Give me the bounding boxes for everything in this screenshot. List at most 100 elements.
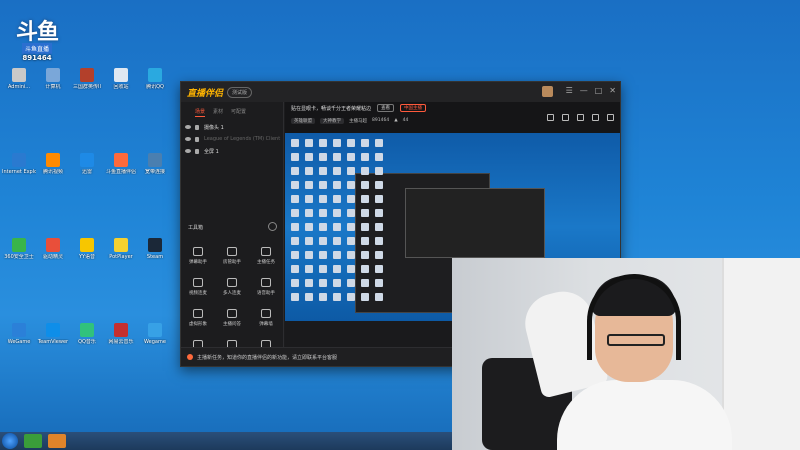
tool-button[interactable]: 视频连麦 bbox=[181, 273, 215, 301]
preview-icon bbox=[305, 265, 313, 273]
desktop-icon[interactable]: 驱动精灵 bbox=[36, 238, 70, 272]
eye-icon[interactable] bbox=[185, 137, 191, 141]
tool-label: 弹幕墙 bbox=[259, 322, 273, 327]
preview-icon bbox=[291, 279, 299, 287]
desktop-icon[interactable]: 回收站 bbox=[104, 68, 138, 102]
preview-icon bbox=[333, 181, 341, 189]
desktop-icon[interactable]: 斗鱼直播伴侣 bbox=[104, 153, 138, 187]
minimize-icon[interactable]: — bbox=[580, 86, 588, 97]
source-item[interactable]: 全屏 1 bbox=[181, 145, 283, 157]
desktop-icon[interactable]: 网易云音乐 bbox=[104, 323, 138, 357]
taskbar-app[interactable] bbox=[48, 434, 66, 448]
share-icon[interactable] bbox=[607, 114, 614, 121]
app-icon bbox=[114, 153, 128, 167]
desktop-icon-label: Wegame bbox=[144, 339, 166, 345]
desktop-icon[interactable]: Wegame bbox=[138, 323, 172, 357]
preview-icon bbox=[319, 181, 327, 189]
preview-icon bbox=[319, 237, 327, 245]
tool-button[interactable]: 房管助手 bbox=[215, 242, 249, 270]
preview-icon bbox=[291, 251, 299, 259]
desktop-icon-label: 迅雷 bbox=[81, 169, 92, 175]
desktop-icon[interactable]: Internet Explorer bbox=[2, 153, 36, 187]
maximize-icon[interactable]: □ bbox=[595, 86, 603, 97]
desktop-icon[interactable]: Admini... bbox=[2, 68, 36, 102]
app-titlebar: 直播伴侣 测试版 ☰ — □ ✕ bbox=[181, 82, 620, 102]
taskbar-app[interactable] bbox=[24, 434, 42, 448]
preview-icon bbox=[333, 209, 341, 217]
watermark-room-number: 891464 bbox=[22, 54, 52, 62]
tool-button[interactable]: 语音助手 bbox=[249, 273, 283, 301]
tools-more-button[interactable] bbox=[268, 222, 277, 231]
lock-icon[interactable] bbox=[195, 136, 199, 142]
source-list: 摄像头 1 League of Legends (TM) Client 全屏 1 bbox=[181, 121, 283, 157]
lock-icon[interactable] bbox=[195, 148, 199, 154]
tool-label: 视频连麦 bbox=[189, 291, 207, 296]
desktop-icon[interactable]: 计算机 bbox=[36, 68, 70, 102]
desktop-icon[interactable]: 腾讯视频 bbox=[36, 153, 70, 187]
preview-icon bbox=[361, 279, 369, 287]
desktop-icon[interactable]: 三国群英传II bbox=[70, 68, 104, 102]
preview-icon bbox=[361, 167, 369, 175]
tab-scene[interactable]: 场景 bbox=[195, 108, 206, 117]
desktop-icon[interactable]: YY语音 bbox=[70, 238, 104, 272]
tool-button[interactable]: 主播任务 bbox=[249, 242, 283, 270]
preview-icon bbox=[333, 139, 341, 147]
settings-icon[interactable] bbox=[577, 114, 584, 121]
desktop-icon[interactable]: Steam bbox=[138, 238, 172, 272]
preview-icon bbox=[305, 237, 313, 245]
preview-icon bbox=[361, 153, 369, 161]
tool-button[interactable]: 多人连麦 bbox=[215, 273, 249, 301]
tool-button[interactable]: 虚拟形象 bbox=[181, 304, 215, 332]
bell-icon[interactable] bbox=[592, 114, 599, 121]
desktop-icon-label: 腾讯QQ bbox=[146, 84, 164, 90]
desktop-icon[interactable]: 宽带连接 bbox=[138, 153, 172, 187]
tab-config[interactable]: 可配置 bbox=[231, 108, 246, 117]
room-tag[interactable]: 大神教学 bbox=[320, 117, 344, 124]
preview-icon bbox=[333, 293, 341, 301]
source-item[interactable]: League of Legends (TM) Client bbox=[181, 133, 283, 145]
info-icon bbox=[187, 354, 193, 360]
desktop-icon[interactable]: 360安全卫士 bbox=[2, 238, 36, 272]
app-logo: 直播伴侣 bbox=[187, 88, 224, 99]
desktop-icon[interactable]: PotPlayer bbox=[104, 238, 138, 272]
tool-button[interactable]: 弹幕墙 bbox=[249, 304, 283, 332]
desktop-icon[interactable]: 腾讯QQ bbox=[138, 68, 172, 102]
desktop-icon-label: 驱动精灵 bbox=[42, 254, 63, 260]
record-icon[interactable] bbox=[547, 114, 554, 121]
app-icon bbox=[12, 68, 26, 82]
screenshot-icon[interactable] bbox=[562, 114, 569, 121]
webcam-person-body bbox=[557, 380, 732, 450]
notice-bar: 贴在显眼卡，畅谈千分王者荣耀粘边 查看 中国主播 bbox=[285, 102, 620, 114]
desktop-icon[interactable]: 迅雷 bbox=[70, 153, 104, 187]
desktop-icon[interactable]: WeGame bbox=[2, 323, 36, 357]
preview-icon bbox=[319, 195, 327, 203]
menu-icon[interactable]: ☰ bbox=[566, 86, 573, 97]
tool-button[interactable]: 主播问答 bbox=[215, 304, 249, 332]
close-icon[interactable]: ✕ bbox=[609, 86, 616, 97]
tab-material[interactable]: 素材 bbox=[213, 108, 223, 117]
preview-icon bbox=[305, 139, 313, 147]
notice-chip[interactable]: 中国主播 bbox=[400, 104, 427, 112]
app-icon bbox=[148, 323, 162, 337]
avatar[interactable] bbox=[541, 86, 553, 97]
tool-button[interactable]: 弹幕助手 bbox=[181, 242, 215, 270]
source-label: League of Legends (TM) Client bbox=[204, 136, 281, 142]
webcam-door bbox=[722, 258, 800, 450]
eye-icon[interactable] bbox=[185, 149, 191, 153]
desktop-icon-label: Internet Explorer bbox=[2, 169, 36, 175]
source-item[interactable]: 摄像头 1 bbox=[181, 121, 283, 133]
preview-icon bbox=[375, 265, 383, 273]
lock-icon[interactable] bbox=[195, 124, 199, 130]
eye-icon[interactable] bbox=[185, 125, 191, 129]
tool-label: 多人连麦 bbox=[223, 291, 241, 296]
preview-icon bbox=[375, 251, 383, 259]
preview-icon bbox=[305, 251, 313, 259]
preview-icon bbox=[361, 237, 369, 245]
desktop-icon[interactable]: TeamViewer bbox=[36, 323, 70, 357]
tool-label: 弹幕助手 bbox=[189, 260, 207, 265]
app-icon bbox=[12, 323, 26, 337]
notice-chip[interactable]: 查看 bbox=[377, 104, 395, 112]
room-tag[interactable]: 英雄联盟 bbox=[291, 117, 315, 124]
desktop-icon[interactable]: QQ音乐 bbox=[70, 323, 104, 357]
start-button[interactable] bbox=[2, 433, 18, 449]
